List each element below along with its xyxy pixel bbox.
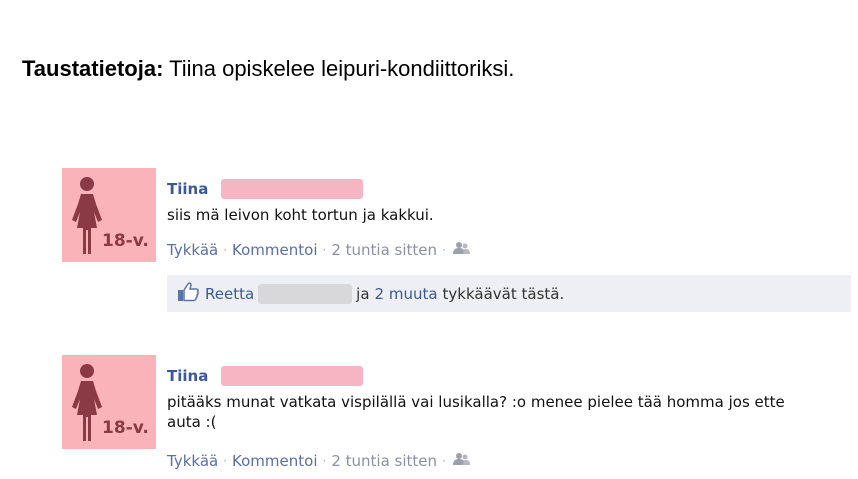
author-line: Tiina <box>167 178 364 200</box>
likes-joiner: ja <box>356 284 370 303</box>
friends-icon[interactable] <box>452 241 471 259</box>
separator-dot: · <box>322 454 327 468</box>
post-text: pitääks munat vatkata vispilällä vai lus… <box>167 393 785 431</box>
background-label: Taustatietoja: <box>22 56 164 81</box>
separator-dot: · <box>442 243 446 257</box>
others-link[interactable]: 2 muuta <box>375 285 438 303</box>
timestamp[interactable]: 2 tuntia sitten <box>331 452 437 470</box>
avatar-age-label: 18-v. <box>102 418 149 438</box>
post-actions: Tykkää · Kommentoi · 2 tuntia sitten · <box>167 241 471 259</box>
avatar[interactable]: 18-v. <box>62 168 156 262</box>
like-link[interactable]: Tykkää <box>167 452 218 470</box>
comment-link[interactable]: Kommentoi <box>232 241 317 259</box>
post-text: siis mä leivon koht tortun ja kakkui. <box>167 206 434 224</box>
background-info: Taustatietoja: Tiina opiskelee leipuri-k… <box>22 56 514 82</box>
friends-icon[interactable] <box>452 452 471 470</box>
like-link[interactable]: Tykkää <box>167 241 218 259</box>
female-figure-icon <box>72 364 102 441</box>
female-figure-icon <box>72 177 102 254</box>
author-name[interactable]: Tiina <box>167 180 208 198</box>
redacted-liker-surname <box>258 283 353 304</box>
background-text: Tiina opiskelee leipuri-kondiittoriksi. <box>169 56 515 81</box>
separator-dot: · <box>223 454 228 468</box>
avatar[interactable]: 18-v. <box>62 355 156 449</box>
author-line: Tiina <box>167 365 364 387</box>
comment-link[interactable]: Kommentoi <box>232 452 317 470</box>
separator-dot: · <box>442 454 446 468</box>
liker-name[interactable]: Reetta <box>205 285 254 303</box>
separator-dot: · <box>223 243 228 257</box>
avatar-age-label: 18-v. <box>102 231 149 251</box>
timestamp[interactable]: 2 tuntia sitten <box>331 241 437 259</box>
post-actions: Tykkää · Kommentoi · 2 tuntia sitten · <box>167 452 471 470</box>
likes-bar: Reetta ja 2 muuta tykkäävät tästä. <box>167 275 851 312</box>
redacted-surname <box>221 366 364 386</box>
separator-dot: · <box>322 243 327 257</box>
thumbs-up-icon[interactable] <box>177 281 199 306</box>
author-name[interactable]: Tiina <box>167 367 208 385</box>
likes-suffix: tykkäävät tästä. <box>442 284 565 303</box>
redacted-surname <box>221 179 364 199</box>
